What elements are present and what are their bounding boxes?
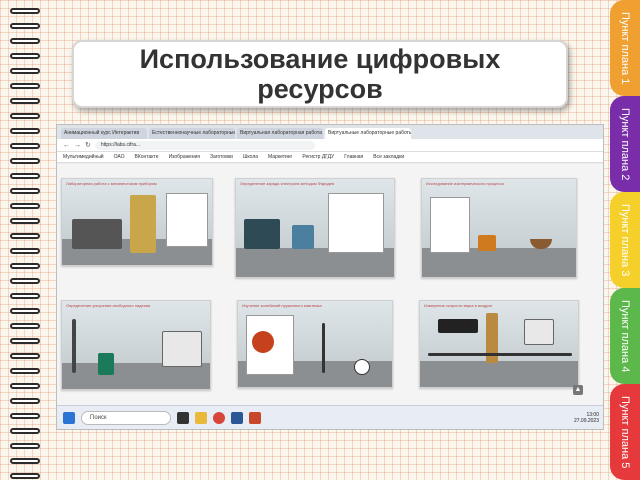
binding-ring — [10, 203, 40, 209]
binding-ring — [10, 218, 40, 224]
word-icon[interactable] — [231, 411, 243, 424]
binding-ring — [10, 263, 40, 269]
explorer-icon[interactable] — [195, 411, 207, 424]
binding-ring — [10, 323, 40, 329]
tab-plan-2[interactable]: Пункт плана 2 — [610, 96, 640, 192]
tab-plan-1[interactable]: Пункт плана 1 — [610, 0, 640, 96]
bookmark[interactable]: Мультимедийный — [63, 154, 104, 160]
lab-card-6[interactable]: Измерение скорости звука в воздухе — [419, 300, 579, 388]
reload-icon[interactable]: ↻ — [85, 141, 91, 149]
back-icon[interactable]: ← — [63, 142, 70, 149]
address-bar: ← → ↻ https://labs.cifra... — [57, 139, 603, 152]
url-field[interactable]: https://labs.cifra... — [94, 140, 315, 150]
bookmark[interactable]: Школа — [243, 154, 258, 160]
binding-ring — [10, 113, 40, 119]
title-card: Использование цифровых ресурсов — [72, 40, 568, 108]
forward-icon[interactable]: → — [74, 142, 81, 149]
system-clock: 13:00 27.09.2023 — [573, 411, 599, 424]
binding-ring — [10, 353, 40, 359]
lab-caption: Исследование изотермического процесса — [426, 181, 504, 186]
binding-ring — [10, 338, 40, 344]
lab-caption: Лабораторная работа с механическим прибо… — [66, 181, 157, 186]
binding-ring — [10, 158, 40, 164]
taskview-icon[interactable] — [177, 411, 189, 424]
binding-ring — [10, 83, 40, 89]
binding-ring — [10, 53, 40, 59]
binding-ring — [10, 383, 40, 389]
taskbar: Поиск 13:00 27.09.2023 — [57, 405, 603, 429]
bookmark[interactable]: Регистр ДГДУ — [302, 154, 334, 160]
powerpoint-icon[interactable] — [249, 411, 261, 424]
lab-caption: Определение заряда электрона методом Фар… — [240, 181, 335, 186]
lab-caption: Изучение колебаний пружинного маятника — [242, 303, 322, 308]
binding-ring — [10, 398, 40, 404]
browser-tab-bar: Анимационный курс Интерактив Естественно… — [57, 125, 603, 139]
lab-caption: Измерение скорости звука в воздухе — [424, 303, 493, 308]
binding-ring — [10, 278, 40, 284]
chrome-icon[interactable] — [213, 411, 225, 424]
binding-ring — [10, 233, 40, 239]
binding-ring — [10, 248, 40, 254]
lab-caption: Определение ускорения свободного падения — [66, 303, 151, 308]
binding-ring — [10, 308, 40, 314]
binding-ring — [10, 188, 40, 194]
browser-screenshot: Анимационный курс Интерактив Естественно… — [56, 124, 604, 430]
spiral-binding — [0, 0, 44, 480]
lab-card-3[interactable]: Исследование изотермического процесса — [421, 178, 577, 278]
bookmark[interactable]: Главная — [344, 154, 363, 160]
binding-ring — [10, 428, 40, 434]
binding-ring — [10, 68, 40, 74]
binding-ring — [10, 368, 40, 374]
bookmark[interactable]: ОАО — [114, 154, 125, 160]
page-title: Использование цифровых ресурсов — [139, 44, 501, 104]
lab-card-5[interactable]: Изучение колебаний пружинного маятника — [237, 300, 393, 388]
tab-plan-4[interactable]: Пункт плана 4 — [610, 288, 640, 384]
lab-gallery: Лабораторная работа с механическим прибо… — [57, 164, 603, 407]
bookmark[interactable]: Изображения — [169, 154, 200, 160]
browser-tab[interactable]: Виртуальная лабораторная работа — [237, 128, 323, 139]
scroll-up-icon[interactable]: ▲ — [573, 385, 583, 395]
browser-tab-active[interactable]: Виртуальные лабораторные работы — [325, 128, 411, 139]
taskbar-search[interactable]: Поиск — [81, 410, 171, 425]
binding-ring — [10, 38, 40, 44]
lab-card-2[interactable]: Определение заряда электрона методом Фар… — [235, 178, 395, 278]
plan-tabs: Пункт плана 1 Пункт плана 2 Пункт плана … — [610, 0, 640, 480]
binding-ring — [10, 473, 40, 479]
bookmarks-bar: Мультимедийный ОАО ВКонтакте Изображения… — [57, 152, 603, 163]
binding-ring — [10, 173, 40, 179]
binding-ring — [10, 143, 40, 149]
lab-card-1[interactable]: Лабораторная работа с механическим прибо… — [61, 178, 213, 266]
binding-ring — [10, 443, 40, 449]
bookmark[interactable]: Все закладки — [373, 154, 404, 160]
tab-plan-5[interactable]: Пункт плана 5 — [610, 384, 640, 480]
binding-ring — [10, 23, 40, 29]
bookmark[interactable]: Маркетинг — [268, 154, 292, 160]
binding-ring — [10, 8, 40, 14]
binding-ring — [10, 458, 40, 464]
lab-card-4[interactable]: Определение ускорения свободного падения — [61, 300, 211, 390]
bookmark[interactable]: Заготовки — [210, 154, 233, 160]
browser-tab[interactable]: Естественнонаучные лабораторные работы — [149, 128, 235, 139]
binding-ring — [10, 98, 40, 104]
tab-plan-3[interactable]: Пункт плана 3 — [610, 192, 640, 288]
binding-ring — [10, 293, 40, 299]
browser-tab[interactable]: Анимационный курс Интерактив — [61, 128, 147, 139]
binding-ring — [10, 128, 40, 134]
windows-start-icon[interactable] — [63, 411, 75, 424]
bookmark[interactable]: ВКонтакте — [135, 154, 159, 160]
binding-ring — [10, 413, 40, 419]
